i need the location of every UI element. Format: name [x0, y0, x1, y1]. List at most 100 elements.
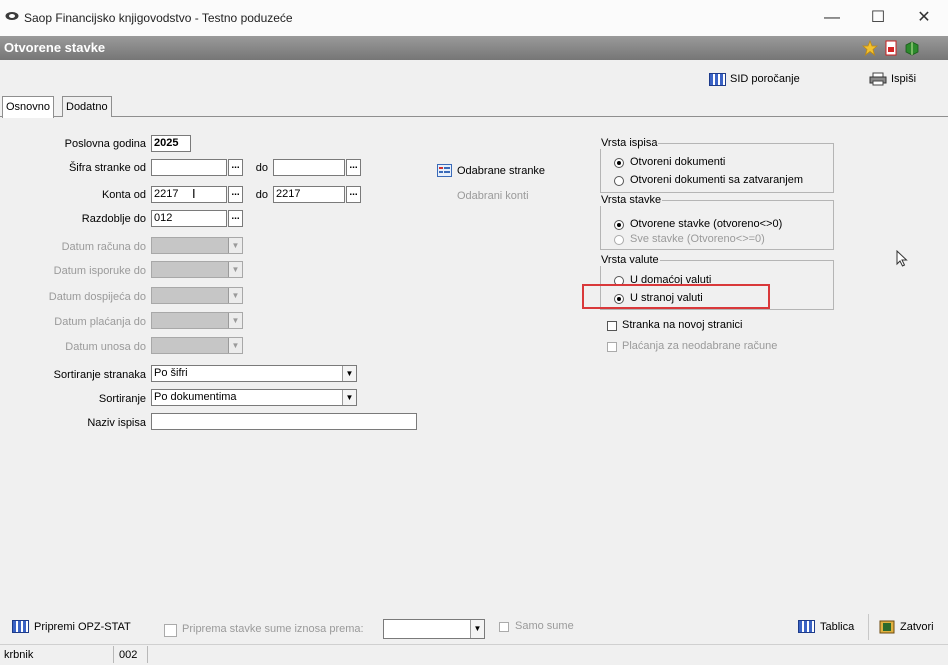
sve-stavke-radio	[614, 235, 624, 245]
table-icon	[12, 620, 29, 633]
tab-osnovno[interactable]: Osnovno	[2, 96, 55, 118]
razdoblje-do-label: Razdoblje do	[81, 213, 146, 225]
konta-od-input[interactable]: 2217	[151, 186, 227, 203]
dropdown-arrow-icon: ▼	[228, 288, 242, 303]
dropdown-arrow-icon: ▼	[228, 338, 242, 353]
zatvori-button[interactable]: Zatvori	[879, 620, 934, 634]
status-divider	[113, 646, 114, 663]
razdoblje-do-lookup-button[interactable]: ...	[228, 210, 243, 227]
status-user: krbnik	[4, 649, 34, 661]
samo-sume-checkbox	[499, 622, 509, 632]
otvoreni-dokumenti-zatvaranje-radio[interactable]	[614, 176, 624, 186]
konta-do-input[interactable]: 2217	[273, 186, 345, 203]
pripremi-opz-label: Pripremi OPZ-STAT	[34, 620, 131, 633]
sortiranje-label: Sortiranje	[98, 393, 146, 405]
dropdown-arrow-icon: ▼	[228, 313, 242, 328]
highlight-annotation-box	[582, 284, 770, 309]
otvoreni-dokumenti-zatvaranje-label: Otvoreni dokumenti sa zatvaranjem	[630, 174, 804, 186]
status-divider	[147, 646, 148, 663]
datum-isporuke-label: Datum isporuke do	[53, 265, 146, 277]
dropdown-arrow-icon[interactable]: ▼	[342, 366, 356, 381]
form-title: Otvorene stavke	[4, 40, 106, 55]
naziv-ispisa-input[interactable]	[151, 413, 417, 430]
naziv-ispisa-label: Naziv ispisa	[87, 417, 146, 429]
status-code: 002	[119, 649, 138, 661]
vrsta-stavke-title: Vrsta stavke	[600, 194, 663, 206]
poslovna-godina-label: Poslovna godina	[64, 138, 146, 150]
otvorene-stavke-radio[interactable]	[614, 220, 624, 230]
star-icon[interactable]	[862, 40, 878, 56]
sortiranje-stranaka-select[interactable]: Po šifri ▼	[151, 365, 357, 382]
datum-dospijeca-label: Datum dospijeća do	[48, 291, 146, 303]
datum-isporuke-input: ▼	[151, 261, 243, 278]
samo-sume-label: Samo sume	[515, 620, 574, 632]
pripremi-opz-button[interactable]: Pripremi OPZ-STAT	[12, 620, 131, 633]
window-title: Saop Financijsko knjigovodstvo - Testno …	[24, 11, 293, 25]
odabrane-stranke-button[interactable]: Odabrane stranke	[437, 164, 545, 177]
razdoblje-do-input[interactable]: 012	[151, 210, 227, 227]
datum-placanja-label: Datum plaćanja do	[54, 316, 146, 328]
sve-stavke-label: Sve stavke (Otvoreno<>=0)	[630, 233, 765, 245]
sortiranje-stranaka-value: Po šifri	[154, 367, 188, 379]
pdf-document-icon[interactable]	[883, 40, 899, 56]
print-button[interactable]: Ispiši	[869, 70, 916, 88]
otvoreni-dokumenti-label: Otvoreni dokumenti	[630, 156, 726, 168]
sifra-stranke-do-lookup-button[interactable]: ...	[346, 159, 361, 176]
datum-unosa-label: Datum unosa do	[65, 341, 146, 353]
maximize-button[interactable]: ☐	[858, 4, 898, 32]
sid-reporting-label: SID poročanje	[730, 73, 800, 85]
otvorene-stavke-label: Otvorene stavke (otvoreno<>0)	[630, 218, 783, 230]
dropdown-arrow-icon: ▼	[228, 262, 242, 277]
dropdown-arrow-icon[interactable]: ▼	[342, 390, 356, 405]
vrsta-ispisa-title: Vrsta ispisa	[600, 137, 659, 149]
bottom-divider	[868, 614, 869, 640]
priprema-stavke-checkbox	[164, 624, 177, 637]
tablica-label: Tablica	[820, 620, 855, 633]
app-eye-icon	[5, 12, 19, 20]
list-selection-icon	[437, 164, 452, 177]
konta-od-label: Konta od	[101, 189, 146, 201]
close-door-icon	[879, 620, 895, 634]
sortiranje-value: Po dokumentima	[154, 391, 237, 403]
konta-do-label: do	[255, 189, 268, 201]
poslovna-godina-input[interactable]: 2025	[151, 135, 191, 152]
datum-dospijeca-input: ▼	[151, 287, 243, 304]
stranka-nova-stranica-checkbox[interactable]	[607, 321, 617, 331]
print-label: Ispiši	[891, 73, 917, 85]
datum-racuna-input: ▼	[151, 237, 243, 254]
book-help-icon[interactable]	[904, 40, 920, 56]
otvoreni-dokumenti-radio[interactable]	[614, 158, 624, 168]
sifra-stranke-do-input[interactable]	[273, 159, 345, 176]
sortiranje-stranaka-label: Sortiranje stranaka	[53, 369, 146, 381]
form-header: Otvorene stavke	[0, 36, 948, 60]
sifra-stranke-od-input[interactable]	[151, 159, 227, 176]
datum-placanja-input: ▼	[151, 312, 243, 329]
sid-reporting-button[interactable]: SID poročanje	[709, 70, 800, 88]
vrsta-valute-title: Vrsta valute	[600, 254, 660, 266]
window-title-bar: Saop Financijsko knjigovodstvo - Testno …	[0, 0, 948, 36]
close-button[interactable]: ✕	[904, 4, 944, 32]
sortiranje-select[interactable]: Po dokumentima ▼	[151, 389, 357, 406]
sifra-stranke-do-label: do	[255, 162, 268, 174]
sifra-stranke-od-lookup-button[interactable]: ...	[228, 159, 243, 176]
placanja-neodabrane-label: Plaćanja za neodabrane račune	[622, 340, 778, 352]
tab-strip	[0, 94, 948, 117]
tab-dodatno[interactable]: Dodatno	[62, 96, 112, 117]
mouse-pointer-icon	[896, 250, 908, 267]
table-icon	[798, 620, 815, 633]
tablica-button[interactable]: Tablica	[798, 620, 854, 633]
zatvori-label: Zatvori	[900, 621, 934, 633]
datum-racuna-label: Datum računa do	[61, 241, 146, 253]
priprema-stavke-select: ▼	[383, 619, 485, 639]
dropdown-arrow-icon: ▼	[470, 620, 484, 638]
konta-od-lookup-button[interactable]: ...	[228, 186, 243, 203]
printer-icon	[869, 72, 887, 86]
minimize-button[interactable]: —	[812, 4, 852, 32]
dropdown-arrow-icon: ▼	[228, 238, 242, 253]
placanja-neodabrane-checkbox	[607, 342, 617, 352]
konta-do-lookup-button[interactable]: ...	[346, 186, 361, 203]
stranka-nova-stranica-label: Stranka na novoj stranici	[622, 319, 743, 331]
priprema-stavke-label: Priprema stavke sume iznosa prema:	[182, 623, 364, 635]
datum-unosa-input: ▼	[151, 337, 243, 354]
status-bar: krbnik 002	[0, 644, 948, 665]
